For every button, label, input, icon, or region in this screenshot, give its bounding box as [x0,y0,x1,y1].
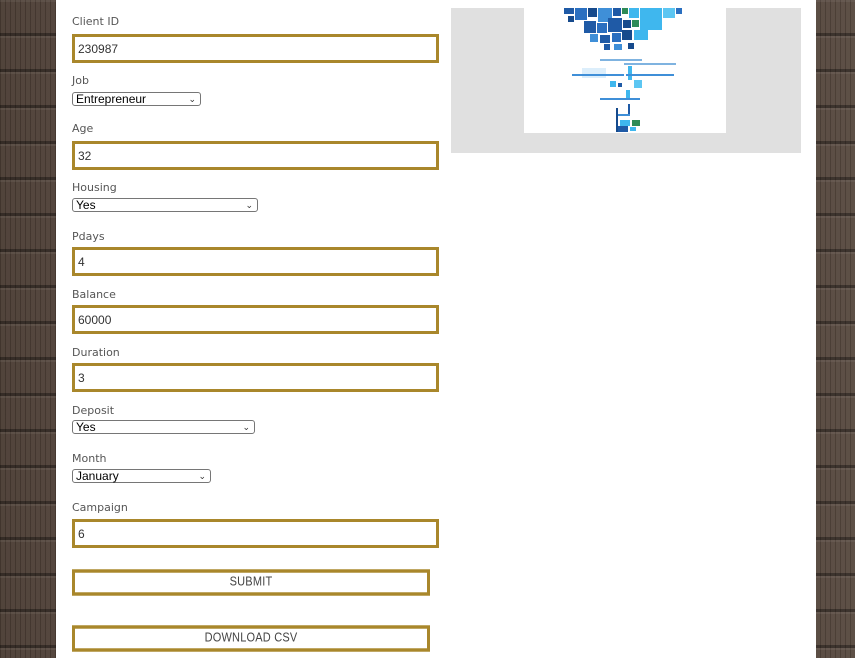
age-input[interactable] [72,141,439,170]
job-select-value: Entrepreneur [76,92,147,106]
chevron-down-icon: ⌄ [198,471,206,481]
client-id-label: Client ID [72,15,120,28]
pdays-input[interactable] [72,247,439,276]
deposit-select[interactable]: Yes ⌄ [72,420,255,434]
deposit-select-value: Yes [76,420,96,434]
image-panel [451,8,801,153]
campaign-input[interactable] [72,519,439,548]
pdays-label: Pdays [72,230,105,243]
duration-label: Duration [72,346,120,359]
age-label: Age [72,122,94,135]
month-select[interactable]: January ⌄ [72,469,211,483]
deposit-label: Deposit [72,404,115,417]
plot-squares [564,8,682,50]
submit-button[interactable]: SUBMIT [72,569,430,596]
download-csv-button[interactable]: DOWNLOAD CSV [72,625,430,652]
chevron-down-icon: ⌄ [245,200,253,210]
month-label: Month [72,452,107,465]
decision-tree-plot [564,8,682,132]
main-panel: Client ID Job Entrepreneur ⌄ Age Housing… [56,0,816,658]
housing-select[interactable]: Yes ⌄ [72,198,258,212]
duration-input[interactable] [72,363,439,392]
chevron-down-icon: ⌄ [188,94,196,104]
plot-dot-rows [572,59,676,132]
month-select-value: January [76,469,119,483]
result-image [524,8,726,133]
housing-label: Housing [72,181,117,194]
housing-select-value: Yes [76,198,96,212]
job-select[interactable]: Entrepreneur ⌄ [72,92,201,106]
job-label: Job [72,74,89,87]
chevron-down-icon: ⌄ [242,422,250,432]
balance-label: Balance [72,288,116,301]
campaign-label: Campaign [72,501,128,514]
client-id-input[interactable] [72,34,439,63]
balance-input[interactable] [72,305,439,334]
